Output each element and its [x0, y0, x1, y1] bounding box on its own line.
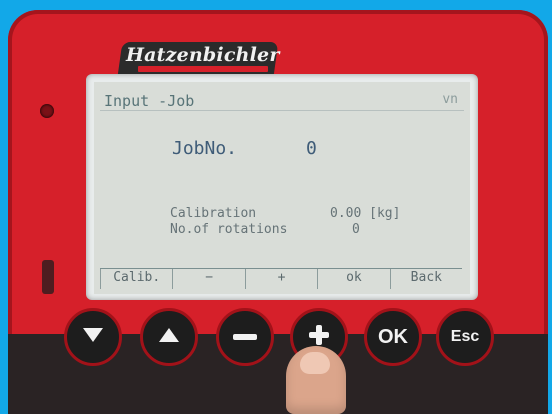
calibration-label: Calibration	[170, 206, 257, 221]
esc-button[interactable]: Esc	[436, 308, 494, 366]
triangle-down-icon	[81, 325, 105, 349]
softkey-ok[interactable]: ok	[317, 269, 389, 289]
triangle-up-icon	[157, 325, 181, 349]
up-button[interactable]	[140, 308, 198, 366]
screen-title-bar: Input -Job vn	[100, 92, 464, 111]
status-led	[40, 104, 54, 118]
lcd-screen: Input -Job vn JobNo. 0 Calibration 0.00 …	[94, 82, 470, 294]
softkey-bar: Calib. − + ok Back	[100, 268, 462, 289]
minus-button[interactable]	[216, 308, 274, 366]
brand-logo: Hatzenbichler	[126, 44, 280, 66]
softkey-plus[interactable]: +	[244, 269, 317, 289]
job-number-label: JobNo.	[172, 138, 238, 159]
fingernail	[300, 352, 330, 374]
softkey-back[interactable]: Back	[389, 269, 462, 289]
rotations-value: 0	[352, 222, 360, 237]
minus-icon	[231, 328, 259, 347]
softkey-calib[interactable]: Calib.	[100, 269, 172, 289]
softkey-minus[interactable]: −	[172, 269, 244, 289]
calibration-value: 0.00 [kg]	[330, 206, 401, 221]
job-number-value[interactable]: 0	[306, 138, 317, 159]
screen-title: Input -Job	[104, 92, 195, 110]
ok-button[interactable]: OK	[364, 308, 422, 366]
brand-logo-underline	[138, 66, 268, 72]
rotations-label: No.of rotations	[170, 222, 288, 237]
down-button[interactable]	[64, 308, 122, 366]
ok-button-label: OK	[378, 325, 408, 348]
esc-button-label: Esc	[450, 328, 480, 345]
side-connector	[42, 260, 54, 294]
screen-title-right: vn	[442, 92, 458, 107]
